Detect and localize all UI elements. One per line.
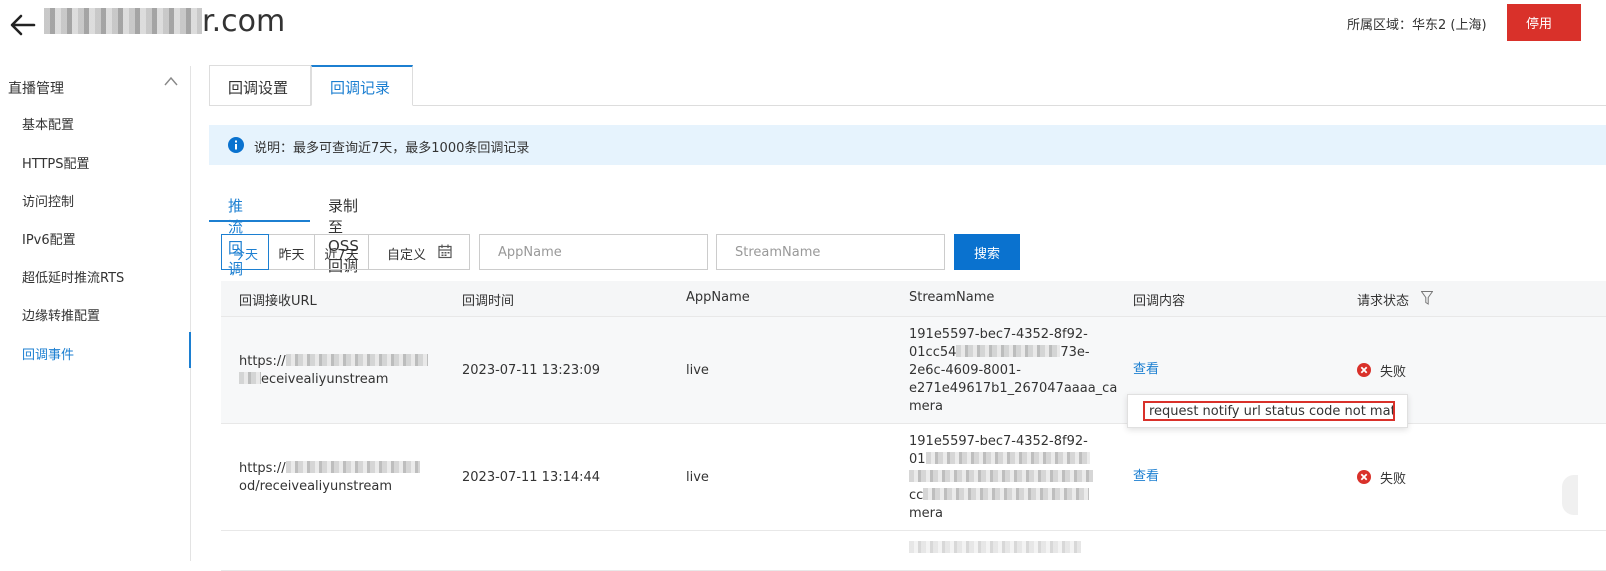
stream-line: 01cc54 xyxy=(909,345,957,360)
stream-line: 2e6c-4609-8001- xyxy=(909,363,1021,378)
row-streamname: 191e5597-bec7-4352-8f92- 01 cc mera xyxy=(909,433,1093,523)
col-callback-time: 回调时间 xyxy=(462,294,515,309)
redacted-stream xyxy=(956,345,1061,357)
sidebar-item-rts[interactable]: 超低延时推流RTS xyxy=(22,267,124,286)
row-appname: live xyxy=(686,363,709,378)
tooltip-message: request notify url status code not match xyxy=(1143,401,1395,421)
url-line: od/receivealiyunstream xyxy=(239,479,393,494)
redacted-stream xyxy=(923,488,1090,500)
main-tabs: 回调设置 回调记录 xyxy=(209,65,1606,106)
stream-line: mera xyxy=(909,506,943,521)
stop-button[interactable]: 停用 xyxy=(1507,4,1581,41)
date-custom-button[interactable]: 自定义 xyxy=(369,235,469,269)
redacted-url xyxy=(285,354,428,366)
tab-callback-records[interactable]: 回调记录 xyxy=(311,65,413,106)
notice-text: 说明：最多可查询近7天，最多1000条回调记录 xyxy=(254,141,530,156)
status-tooltip: request notify url status code not match xyxy=(1127,394,1408,428)
date-yesterday-button[interactable]: 昨天 xyxy=(269,235,315,269)
url-line: https:// xyxy=(239,354,286,369)
sidebar-item-basic-config[interactable]: 基本配置 xyxy=(22,114,74,133)
redacted-url xyxy=(285,461,420,473)
sidebar-item-ipv6-config[interactable]: IPv6配置 xyxy=(22,229,76,248)
stream-line: 191e5597-bec7-4352-8f92- xyxy=(909,327,1088,342)
col-request-status: 请求状态 xyxy=(1357,294,1410,309)
row-callback-time: 2023-07-11 13:23:09 xyxy=(462,363,601,378)
date-range-selector: 今天 昨天 近7天 自定义 xyxy=(221,234,470,270)
stream-line: 191e5597-bec7-4352-8f92- xyxy=(909,434,1088,449)
sidebar-item-edge-relay[interactable]: 边缘转推配置 xyxy=(22,305,100,324)
region-label: 所属区域：华东2 (上海) xyxy=(1347,18,1487,33)
stream-line: 01 xyxy=(909,452,926,467)
redacted-stream xyxy=(909,470,1093,482)
row-callback-url: https:// eceivealiyunstream xyxy=(239,353,428,389)
table-row xyxy=(221,531,1606,571)
sidebar-item-access-control[interactable]: 访问控制 xyxy=(22,191,74,210)
scroll-handle[interactable] xyxy=(1562,475,1578,515)
date-last7days-button[interactable]: 近7天 xyxy=(315,235,369,269)
calendar-icon[interactable] xyxy=(438,244,452,259)
view-content-link[interactable]: 查看 xyxy=(1133,361,1159,379)
tab-callback-settings[interactable]: 回调设置 xyxy=(209,65,311,106)
domain-title: r.com xyxy=(44,4,285,39)
search-button[interactable]: 搜索 xyxy=(954,234,1020,270)
error-icon xyxy=(1357,470,1371,484)
top-bar: r.com 所属区域：华东2 (上海) 停用 xyxy=(0,0,1606,52)
table-header: 回调接收URL 回调时间 AppName StreamName 回调内容 请求状… xyxy=(221,281,1606,317)
stream-line: 73e- xyxy=(1060,345,1090,360)
url-line: eceivealiyunstream xyxy=(261,372,389,387)
row-streamname: 191e5597-bec7-4352-8f92- 01cc54 73e- 2e6c… xyxy=(909,326,1117,416)
error-icon xyxy=(1357,363,1371,377)
col-callback-url: 回调接收URL xyxy=(239,294,317,309)
subtab-active-underline xyxy=(209,220,310,222)
sidebar-active-indicator xyxy=(189,332,191,368)
status-failed[interactable]: 失败 xyxy=(1380,468,1406,487)
view-content-link[interactable]: 查看 xyxy=(1133,468,1159,486)
row-callback-time: 2023-07-11 13:14:44 xyxy=(462,470,601,485)
streamname-input[interactable] xyxy=(716,234,945,270)
appname-input[interactable] xyxy=(479,234,708,270)
row-appname: live xyxy=(686,470,709,485)
table-row: https:// od/receivealiyunstream 2023-07-… xyxy=(221,424,1606,531)
sidebar: 直播管理 基本配置 HTTPS配置 访问控制 IPv6配置 超低延时推流RTS … xyxy=(0,66,191,561)
sidebar-item-callback-events[interactable]: 回调事件 xyxy=(22,344,74,363)
col-streamname: StreamName xyxy=(909,290,995,305)
url-line: https:// xyxy=(239,461,286,476)
info-icon xyxy=(228,137,244,153)
filter-icon[interactable] xyxy=(1421,291,1433,305)
sidebar-item-https-config[interactable]: HTTPS配置 xyxy=(22,153,90,172)
notice-banner: 说明：最多可查询近7天，最多1000条回调记录 xyxy=(209,125,1606,165)
domain-suffix: r.com xyxy=(202,4,286,39)
redacted-stream xyxy=(909,541,1081,553)
redacted-stream xyxy=(925,452,1090,464)
row-callback-url: https:// od/receivealiyunstream xyxy=(239,460,420,496)
stream-line: mera xyxy=(909,399,943,414)
status-failed[interactable]: 失败 xyxy=(1380,361,1406,380)
date-today-button[interactable]: 今天 xyxy=(221,234,269,270)
sidebar-group-live-management[interactable]: 直播管理 xyxy=(8,78,64,98)
stream-line: cc xyxy=(909,488,924,503)
col-appname: AppName xyxy=(686,290,750,305)
chevron-up-icon[interactable] xyxy=(164,76,178,86)
redacted-url xyxy=(239,372,261,384)
col-callback-content: 回调内容 xyxy=(1133,294,1186,309)
back-arrow-icon[interactable] xyxy=(8,10,38,40)
stream-line: e271e49617b1_267047aaaa_ca xyxy=(909,381,1118,396)
row-streamname xyxy=(909,540,1081,558)
redacted-domain-prefix xyxy=(44,8,202,34)
